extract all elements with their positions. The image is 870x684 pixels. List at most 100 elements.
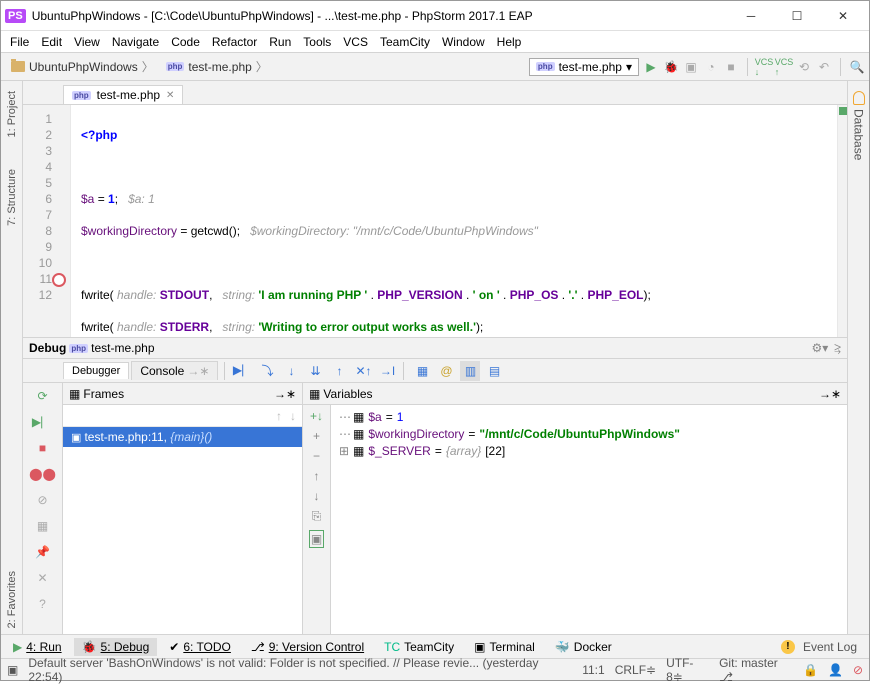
prev-frame-icon[interactable]: ↑ bbox=[276, 409, 282, 423]
debug-icon[interactable]: 🐞 bbox=[663, 59, 679, 75]
help-icon[interactable]: ? bbox=[34, 595, 52, 613]
menu-navigate[interactable]: Navigate bbox=[107, 33, 164, 51]
hector-icon[interactable]: 👤 bbox=[828, 663, 843, 677]
menu-edit[interactable]: Edit bbox=[36, 33, 67, 51]
close-tab-icon[interactable]: ✕ bbox=[166, 90, 174, 101]
breakpoints-icon[interactable]: ⬤⬤ bbox=[34, 465, 52, 483]
menu-refactor[interactable]: Refactor bbox=[207, 33, 262, 51]
close-icon[interactable]: ✕ bbox=[34, 569, 52, 587]
run-to-cursor-icon[interactable]: →I bbox=[377, 361, 397, 381]
breadcrumb-file[interactable]: php test-me.php 〉 bbox=[160, 58, 274, 75]
layout-icon[interactable]: ▥ bbox=[460, 361, 480, 381]
var-count: [22] bbox=[485, 443, 505, 460]
vc-tool-tab[interactable]: ⎇9: Version Control bbox=[243, 638, 372, 656]
breakpoint-line[interactable]: 11 bbox=[23, 271, 52, 287]
variable-row[interactable]: ⊞▦ $_SERVER = {array} [22] bbox=[339, 443, 839, 460]
database-icon bbox=[853, 91, 865, 105]
editor-tab[interactable]: php test-me.php ✕ bbox=[63, 85, 183, 104]
menu-run[interactable]: Run bbox=[264, 33, 296, 51]
menu-teamcity[interactable]: TeamCity bbox=[375, 33, 435, 51]
run-config-selector[interactable]: php test-me.php ▾ bbox=[529, 58, 639, 76]
menu-vcs[interactable]: VCS bbox=[338, 33, 373, 51]
menu-file[interactable]: File bbox=[5, 33, 34, 51]
coverage-icon[interactable]: ▣ bbox=[683, 59, 699, 75]
run-icon[interactable]: ▶ bbox=[643, 59, 659, 75]
rerun-icon[interactable]: ⟳ bbox=[34, 387, 52, 405]
close-button[interactable]: ✕ bbox=[821, 2, 865, 30]
line-number: 3 bbox=[23, 143, 52, 159]
add-watch-icon[interactable]: +↓ bbox=[310, 409, 323, 423]
listen-icon[interactable]: @ bbox=[436, 361, 456, 381]
new-watch-icon[interactable]: + bbox=[313, 429, 320, 443]
maximize-button[interactable]: ☐ bbox=[775, 2, 819, 30]
frame-row[interactable]: ▣ test-me.php:11, {main}() bbox=[63, 427, 302, 447]
evaluate-icon[interactable]: ▦ bbox=[412, 361, 432, 381]
drop-frame-icon[interactable]: ✕↑ bbox=[353, 361, 373, 381]
todo-tool-tab[interactable]: ✔6: TODO bbox=[161, 638, 239, 656]
frames-panel: ▦ Frames→∗ ↑↓ ▣ test-me.php:11, {main}() bbox=[63, 383, 303, 634]
code-area[interactable]: <?php $a = 1; $a: 1 $workingDirectory = … bbox=[71, 105, 837, 337]
structure-tab[interactable]: 7: Structure bbox=[4, 163, 20, 232]
vcs-update-icon[interactable]: VCS↓ bbox=[756, 59, 772, 75]
copy-icon[interactable]: ⎘ bbox=[312, 509, 322, 524]
up-icon[interactable]: ↑ bbox=[314, 469, 320, 483]
event-log-tab[interactable]: !Event Log bbox=[773, 638, 865, 656]
resume-icon[interactable]: ▶⎸ bbox=[34, 413, 52, 431]
history-icon[interactable]: ⟲ bbox=[796, 59, 812, 75]
lock-icon[interactable]: 🔒 bbox=[803, 663, 818, 677]
step-into-icon[interactable]: ↓ bbox=[281, 361, 301, 381]
toggle-tools-icon[interactable]: ▣ bbox=[7, 663, 18, 677]
pin-icon[interactable]: 📌 bbox=[34, 543, 52, 561]
docker-tool-tab[interactable]: 🐳Docker bbox=[547, 638, 620, 656]
remove-watch-icon[interactable]: − bbox=[313, 449, 320, 463]
down-icon[interactable]: ↓ bbox=[314, 489, 320, 503]
code-editor[interactable]: 1 2 3 4 5 6 7 8 9 10 11 12 <?php $a = 1;… bbox=[23, 105, 847, 337]
run-tool-tab[interactable]: ▶4: Run bbox=[5, 638, 70, 656]
mute-bp-icon[interactable]: ⊘ bbox=[34, 491, 52, 509]
variable-row[interactable]: ⋯▦ $workingDirectory = "/mnt/c/Code/Ubun… bbox=[339, 426, 839, 443]
project-tab[interactable]: 1: Project bbox=[4, 85, 20, 143]
code-text: PHP_OS bbox=[510, 288, 559, 302]
menu-window[interactable]: Window bbox=[437, 33, 490, 51]
minimize-button[interactable]: ─ bbox=[729, 2, 773, 30]
menu-tools[interactable]: Tools bbox=[298, 33, 336, 51]
more-icon[interactable]: →∗ bbox=[274, 387, 296, 401]
breadcrumb-root[interactable]: UbuntuPhpWindows 〉 bbox=[5, 58, 160, 75]
debugger-tab[interactable]: Debugger bbox=[63, 362, 129, 379]
console-tab[interactable]: Console →∗ bbox=[131, 361, 218, 380]
debug-tool-tab[interactable]: 🐞5: Debug bbox=[74, 638, 158, 656]
favorites-tab[interactable]: 2: Favorites bbox=[4, 565, 20, 634]
settings-icon[interactable]: ▤ bbox=[484, 361, 504, 381]
profile-icon[interactable]: ◔ bbox=[703, 59, 719, 75]
error-icon[interactable]: ⊘ bbox=[853, 663, 863, 677]
show-exec-point-icon[interactable]: ▶⎸ bbox=[233, 361, 253, 381]
variables-tree[interactable]: ⋯▦ $a = 1 ⋯▦ $workingDirectory = "/mnt/c… bbox=[331, 405, 847, 634]
file-encoding[interactable]: UTF-8≑ bbox=[666, 656, 709, 684]
gear-icon[interactable]: ⚙▾ bbox=[811, 341, 828, 355]
show-watches-icon[interactable]: ▣ bbox=[309, 530, 324, 548]
revert-icon[interactable]: ↶ bbox=[816, 59, 832, 75]
menu-view[interactable]: View bbox=[69, 33, 105, 51]
terminal-tool-tab[interactable]: ▣Terminal bbox=[466, 638, 543, 656]
hide-icon[interactable]: ⥸ bbox=[834, 341, 841, 356]
menu-code[interactable]: Code bbox=[166, 33, 205, 51]
caret-position[interactable]: 11:1 bbox=[582, 663, 604, 677]
line-separator[interactable]: CRLF≑ bbox=[615, 663, 656, 677]
stop-icon[interactable]: ■ bbox=[34, 439, 52, 457]
search-icon[interactable]: 🔍 bbox=[849, 59, 865, 75]
next-frame-icon[interactable]: ↓ bbox=[290, 409, 296, 423]
step-out-icon[interactable]: ↑ bbox=[329, 361, 349, 381]
force-step-into-icon[interactable]: ⇊ bbox=[305, 361, 325, 381]
php-file-icon: php bbox=[72, 91, 91, 100]
step-over-icon[interactable]: ⤵ bbox=[257, 361, 277, 381]
database-tab[interactable]: Database bbox=[850, 85, 868, 166]
more-icon[interactable]: →∗ bbox=[819, 387, 841, 401]
line-number: 10 bbox=[23, 255, 52, 271]
git-branch[interactable]: Git: master ⎇ bbox=[719, 656, 793, 684]
menu-help[interactable]: Help bbox=[492, 33, 527, 51]
layout-icon[interactable]: ▦ bbox=[34, 517, 52, 535]
variable-row[interactable]: ⋯▦ $a = 1 bbox=[339, 409, 839, 426]
vcs-commit-icon[interactable]: VCS↑ bbox=[776, 59, 792, 75]
teamcity-tool-tab[interactable]: TCTeamCity bbox=[376, 638, 462, 656]
stop-icon[interactable]: ■ bbox=[723, 59, 739, 75]
